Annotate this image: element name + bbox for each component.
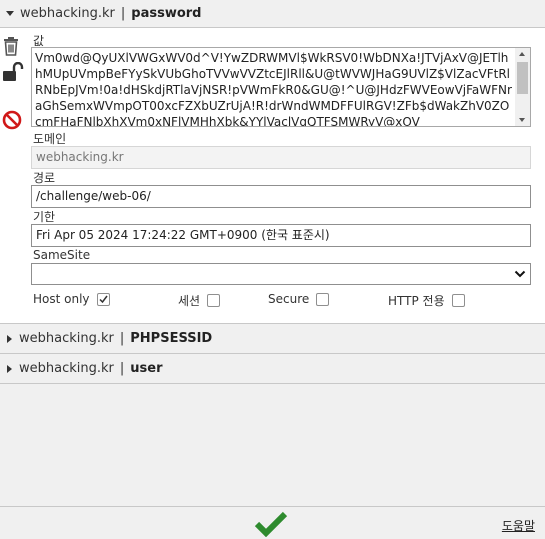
value-text: Vm0wd@QyUXlVWGxWV0d^V!YwZDRWMVl$WkRSV0!W… xyxy=(35,51,512,127)
cookie-domain: webhacking.kr xyxy=(20,6,115,21)
scroll-up-icon[interactable] xyxy=(519,52,525,56)
option-session: 세션 xyxy=(178,292,221,309)
host-only-label: Host only xyxy=(33,292,90,306)
cookie-name: password xyxy=(131,6,202,21)
footer-bar: 도움말 xyxy=(0,506,545,539)
session-label: 세션 xyxy=(178,294,201,308)
cookie-separator: | xyxy=(120,6,126,21)
cookie-name: user xyxy=(130,361,163,376)
host-only-checkbox[interactable] xyxy=(96,292,110,306)
cookie-header-password[interactable]: webhacking.kr | password xyxy=(0,0,545,28)
option-secure: Secure xyxy=(268,292,330,306)
http-only-checkbox[interactable] xyxy=(451,294,465,307)
samesite-select[interactable] xyxy=(31,263,531,285)
cookie-editor-panel: 값 Vm0wd@QyUXlVWGxWV0d^V!YwZDRWMVl$WkRSV0… xyxy=(0,28,545,324)
http-only-label: HTTP 전용 xyxy=(388,294,445,308)
value-textarea[interactable]: Vm0wd@QyUXlVWGxWV0d^V!YwZDRWMVl$WkRSV0!W… xyxy=(31,47,531,127)
expiry-field[interactable]: Fri Apr 05 2024 17:24:22 GMT+0900 (한국 표준… xyxy=(31,224,531,247)
samesite-label: SameSite xyxy=(33,248,91,262)
expand-arrow-icon xyxy=(7,334,12,343)
path-field[interactable]: /challenge/web-06/ xyxy=(31,185,531,208)
help-link[interactable]: 도움말 xyxy=(502,517,535,534)
unlock-icon[interactable] xyxy=(2,61,24,85)
domain-field: webhacking.kr xyxy=(31,146,531,169)
collapse-arrow-icon xyxy=(6,11,14,16)
option-host-only: Host only xyxy=(33,292,110,306)
session-checkbox[interactable] xyxy=(207,294,221,307)
cookie-name: PHPSESSID xyxy=(130,331,213,346)
scroll-thumb[interactable] xyxy=(517,62,528,94)
cookie-header-user[interactable]: webhacking.kr | user xyxy=(0,354,545,384)
expiry-label: 기한 xyxy=(33,210,56,224)
option-http-only: HTTP 전용 xyxy=(388,292,465,309)
cookie-header-phpsessid[interactable]: webhacking.kr | PHPSESSID xyxy=(0,324,545,354)
secure-checkbox[interactable] xyxy=(316,292,330,306)
cookie-separator: | xyxy=(119,361,125,376)
secure-label: Secure xyxy=(268,292,310,306)
block-icon[interactable] xyxy=(2,110,22,133)
path-label: 경로 xyxy=(33,171,56,185)
cookie-domain: webhacking.kr xyxy=(19,361,114,376)
scroll-down-icon[interactable] xyxy=(519,118,525,122)
check-icon xyxy=(99,295,108,303)
checkmark-icon[interactable] xyxy=(254,511,288,537)
trash-icon[interactable] xyxy=(2,36,20,59)
chevron-down-icon xyxy=(514,270,526,278)
domain-label: 도메인 xyxy=(33,132,67,146)
expand-arrow-icon xyxy=(7,364,12,373)
cookie-separator: | xyxy=(119,331,125,346)
value-scrollbar[interactable] xyxy=(515,48,530,126)
cookie-domain: webhacking.kr xyxy=(19,331,114,346)
